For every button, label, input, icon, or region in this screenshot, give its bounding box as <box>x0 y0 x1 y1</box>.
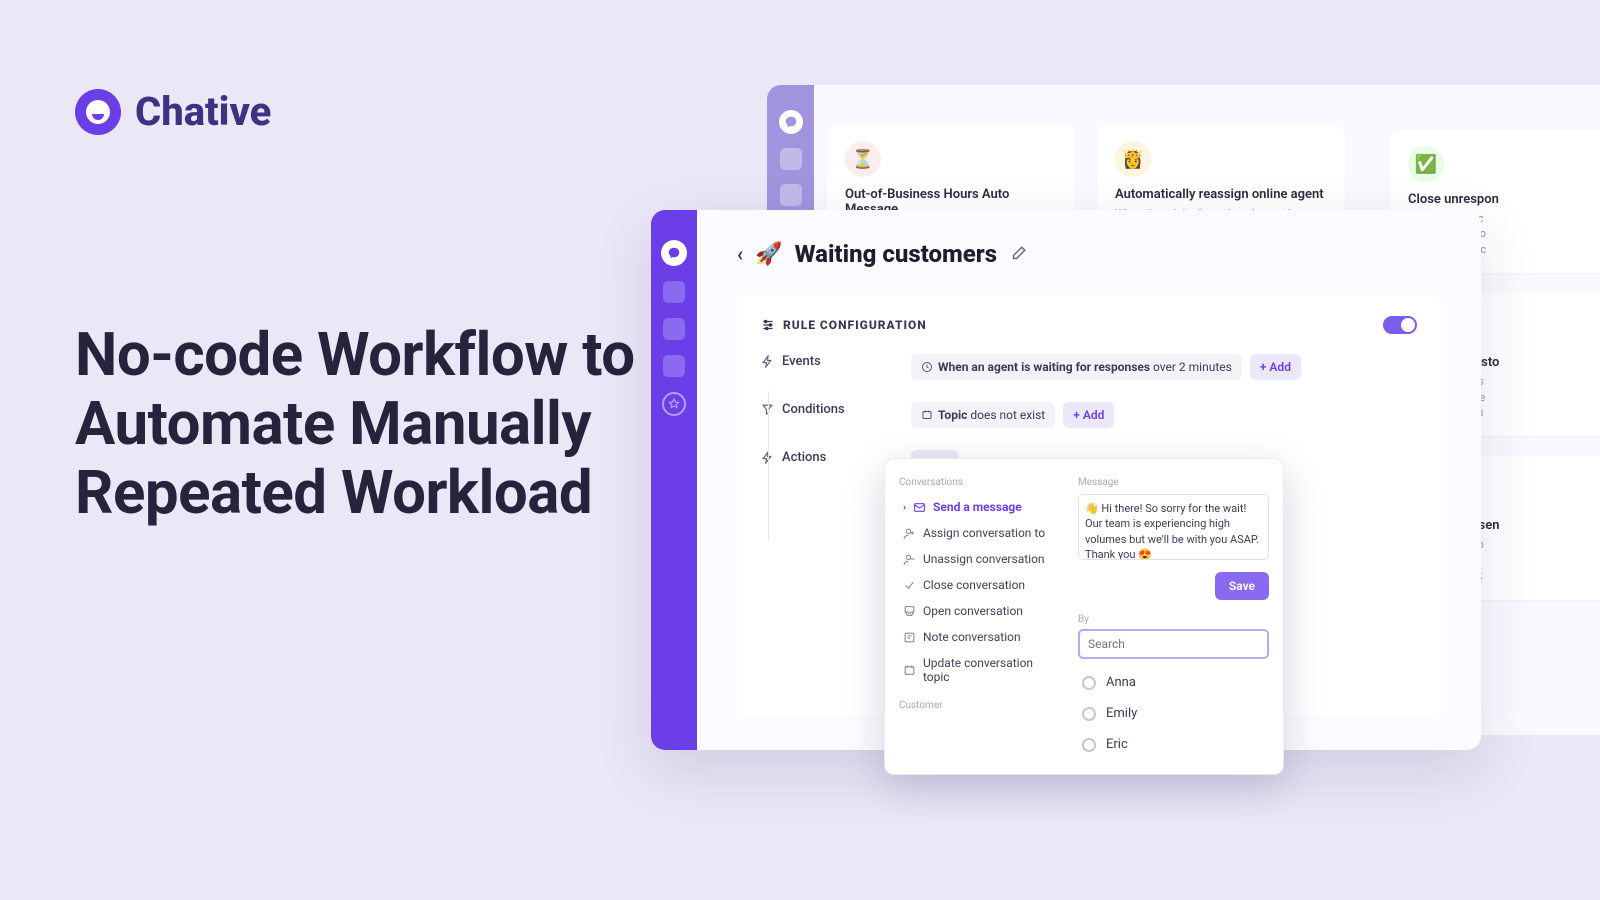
inbox-icon <box>903 605 916 618</box>
brand-logo: Chative <box>75 88 271 135</box>
nav-item[interactable] <box>663 318 685 340</box>
action-close[interactable]: Close conversation <box>899 572 1064 598</box>
by-label: By <box>1078 614 1269 625</box>
chat-icon <box>779 110 803 134</box>
message-label: Message <box>1078 477 1269 488</box>
connector-line <box>768 391 769 541</box>
radio-icon <box>1082 676 1096 690</box>
conditions-row: Conditions Topic does not exist +Add <box>761 402 1417 428</box>
nav-item <box>780 148 802 170</box>
section-label: RULE CONFIGURATION <box>761 318 927 332</box>
add-event-button[interactable]: +Add <box>1250 354 1301 380</box>
user-list: Anna Emily Eric <box>1078 667 1269 760</box>
by-search-input[interactable] <box>1078 629 1269 659</box>
save-button[interactable]: Save <box>1215 572 1269 600</box>
nav-item <box>780 184 802 206</box>
action-update-topic[interactable]: Update conversation topic <box>899 650 1064 690</box>
popover-section-label: Customer <box>899 700 1064 711</box>
princess-icon: 👸 <box>1115 141 1151 177</box>
hourglass-icon: ⏳ <box>845 141 881 177</box>
nav-item[interactable] <box>663 281 685 303</box>
page-title-bar: ‹ 🚀 Waiting customers <box>737 240 1441 268</box>
add-condition-button[interactable]: +Add <box>1063 402 1114 428</box>
edit-icon[interactable] <box>1009 245 1027 263</box>
user-option[interactable]: Emily <box>1078 698 1269 729</box>
chat-bubble-icon <box>75 89 121 135</box>
sliders-icon <box>761 318 775 332</box>
condition-chip[interactable]: Topic does not exist <box>911 402 1055 428</box>
brand-name: Chative <box>135 88 271 135</box>
action-open[interactable]: Open conversation <box>899 598 1064 624</box>
event-chip[interactable]: When an agent is waiting for responses o… <box>911 354 1242 380</box>
automation-icon[interactable] <box>662 392 686 416</box>
app-sidebar <box>651 210 697 750</box>
mail-icon <box>913 501 926 514</box>
nav-item[interactable] <box>663 355 685 377</box>
radio-icon <box>1082 707 1096 721</box>
rule-enabled-toggle[interactable] <box>1383 316 1417 334</box>
action-send-message[interactable]: › Send a message <box>899 494 1064 520</box>
actions-label: Actions <box>782 450 826 465</box>
conditions-label: Conditions <box>782 402 845 417</box>
user-minus-icon <box>903 553 916 566</box>
check-icon: ✅ <box>1408 146 1444 182</box>
message-textarea[interactable] <box>1078 494 1269 560</box>
tag-icon <box>921 409 933 421</box>
action-list: Conversations › Send a message Assign co… <box>899 473 1064 760</box>
check-icon <box>903 579 916 592</box>
action-assign[interactable]: Assign conversation to <box>899 520 1064 546</box>
user-option[interactable]: Anna <box>1078 667 1269 698</box>
template-title: Close unrespon <box>1408 192 1600 207</box>
radio-icon <box>1082 738 1096 752</box>
rocket-icon: 🚀 <box>755 242 782 267</box>
template-title: Automatically reassign online agent <box>1115 187 1327 202</box>
popover-section-label: Conversations <box>899 477 1064 488</box>
page-title: Waiting customers <box>795 240 997 268</box>
note-icon <box>903 631 916 644</box>
user-option[interactable]: Eric <box>1078 729 1269 760</box>
topic-icon <box>903 664 916 677</box>
lightning-icon <box>761 355 774 368</box>
action-unassign[interactable]: Unassign conversation <box>899 546 1064 572</box>
action-note[interactable]: Note conversation <box>899 624 1064 650</box>
back-chevron-icon[interactable]: ‹ <box>737 242 743 266</box>
action-popover: Conversations › Send a message Assign co… <box>884 458 1284 775</box>
hero-headline: No-code Workflow to Automate Manually Re… <box>75 320 635 527</box>
clock-icon <box>921 361 933 373</box>
events-row: Events When an agent is waiting for resp… <box>761 354 1417 380</box>
user-plus-icon <box>903 527 916 540</box>
events-label: Events <box>782 354 821 369</box>
chat-icon[interactable] <box>661 240 687 266</box>
